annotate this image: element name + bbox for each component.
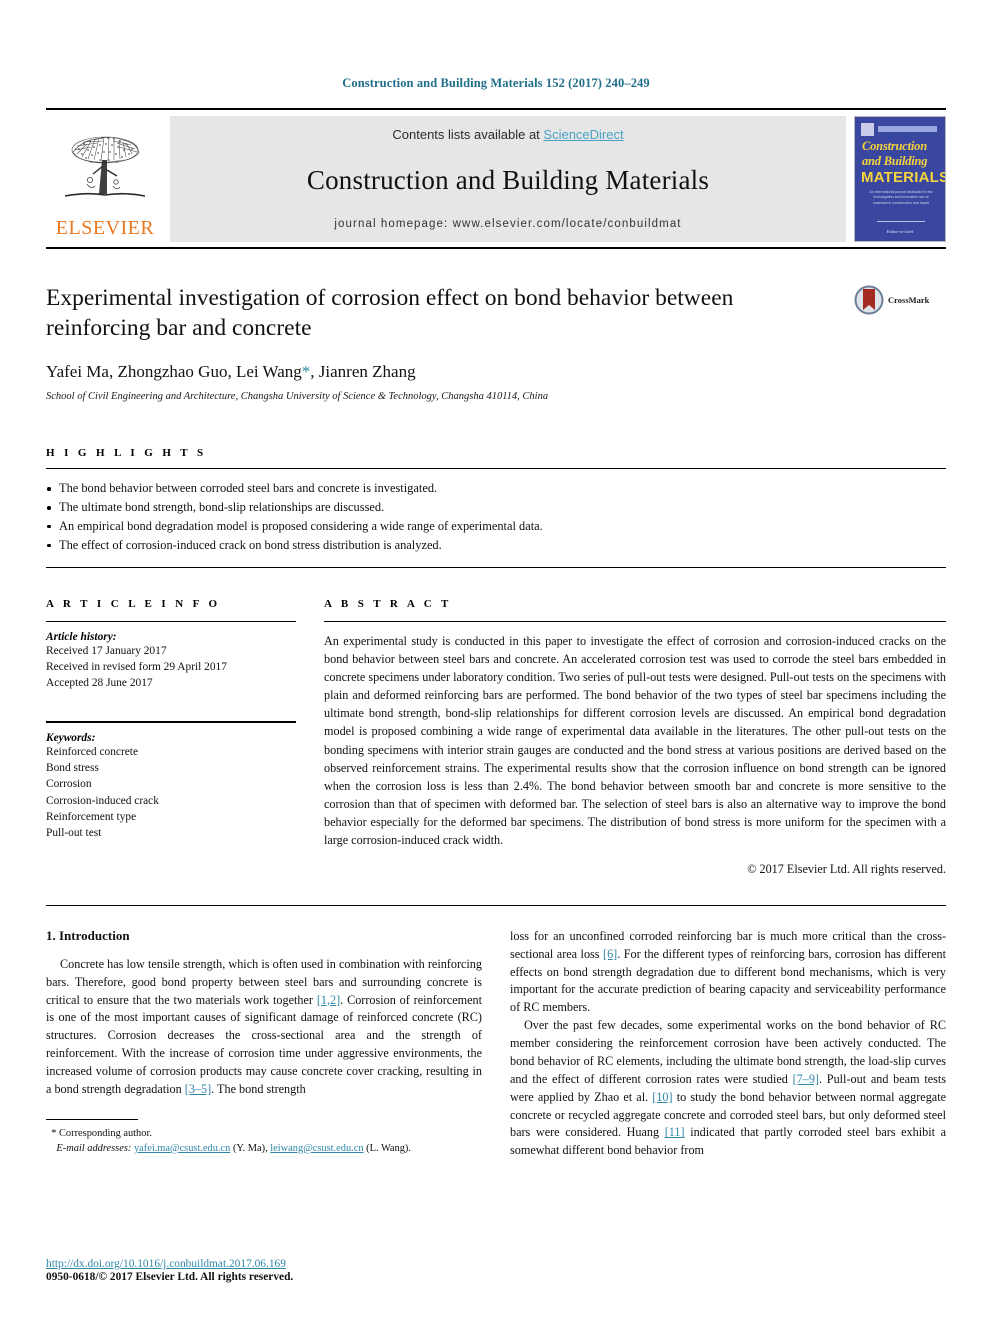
journal-homepage-link[interactable]: journal homepage: www.elsevier.com/locat… xyxy=(334,218,681,230)
info-and-abstract: A R T I C L E I N F O Article history: R… xyxy=(46,594,946,877)
cover-title-line-2: and Building xyxy=(862,154,928,168)
article-history-received: Received 17 January 2017 xyxy=(46,644,167,657)
paragraph-text: . Corrosion of reinforcement is one of t… xyxy=(46,992,482,1096)
crossmark-badge[interactable]: CrossMark xyxy=(854,285,946,315)
article-info-label: A R T I C L E I N F O xyxy=(46,597,221,610)
author-list: Yafei Ma, Zhongzhao Guo, Lei Wang*, Jian… xyxy=(46,362,946,382)
keyword-item: Bond stress xyxy=(46,762,99,775)
highlights-list: The bond behavior between corroded steel… xyxy=(46,479,946,554)
page-footer: http://dx.doi.org/10.1016/j.conbuildmat.… xyxy=(46,1258,486,1283)
article-history-heading: Article history: xyxy=(46,630,117,643)
highlights-label: H I G H L I G H T S xyxy=(46,447,207,460)
body-column-left: 1. Introduction Concrete has low tensile… xyxy=(46,928,482,1160)
footnote-corresponding-author: * Corresponding author. xyxy=(46,1126,482,1141)
doi-link[interactable]: http://dx.doi.org/10.1016/j.conbuildmat.… xyxy=(46,1258,486,1270)
email-owner-first: (Y. Ma), xyxy=(230,1142,271,1154)
affiliation: School of Civil Engineering and Architec… xyxy=(46,391,549,403)
abstract-column: A B S T R A C T An experimental study is… xyxy=(324,594,946,877)
issn-copyright-line: 0950-0618/© 2017 Elsevier Ltd. All right… xyxy=(46,1271,294,1283)
keywords-rule xyxy=(46,721,296,724)
list-item: The effect of corrosion-induced crack on… xyxy=(46,536,946,555)
cover-footer-text: Editor-in-chief xyxy=(886,229,914,234)
paragraph: loss for an unconfined corroded reinforc… xyxy=(510,928,946,1017)
email-link-corresponding-author[interactable]: leiwang@csust.edu.cn xyxy=(270,1143,363,1154)
cover-title-line-1: Construction xyxy=(862,139,927,153)
crossmark-icon xyxy=(854,285,884,315)
section-heading-introduction: 1. Introduction xyxy=(46,927,130,943)
footnote-rule xyxy=(46,1118,138,1120)
citation-ref[interactable]: [10] xyxy=(652,1090,672,1104)
authors-names-pre: Yafei Ma, Zhongzhao Guo, Lei Wang xyxy=(46,362,302,382)
body-column-right: loss for an unconfined corroded reinforc… xyxy=(510,928,946,1160)
elsevier-wordmark: ELSEVIER xyxy=(55,217,155,239)
elsevier-tree-icon xyxy=(64,136,146,197)
crossmark-label: CrossMark xyxy=(888,295,930,305)
highlights-section: H I G H L I G H T S The bond behavior be… xyxy=(46,447,946,568)
email-addresses-label: E-mail addresses: xyxy=(56,1142,132,1154)
contents-available-line: Contents lists available at ScienceDirec… xyxy=(392,127,623,142)
elsevier-logo: ELSEVIER xyxy=(46,116,164,242)
authors-names-post: , Jianren Zhang xyxy=(310,362,416,382)
article-history-revised: Received in revised form 29 April 2017 xyxy=(46,660,227,673)
highlights-bottom-rule xyxy=(46,566,946,568)
citation-ref[interactable]: [6] xyxy=(603,947,617,961)
keywords-heading: Keywords: xyxy=(46,732,96,745)
paragraph-text: . The bond strength xyxy=(211,1081,306,1096)
email-link-first-author[interactable]: yafei.ma@csust.edu.cn xyxy=(134,1143,230,1154)
list-item: An empirical bond degradation model is p… xyxy=(46,517,946,536)
keyword-item: Pull-out test xyxy=(46,827,102,840)
citation-ref[interactable]: [1,2] xyxy=(317,993,340,1007)
abstract-rule xyxy=(324,620,946,622)
keyword-item: Reinforcement type xyxy=(46,810,137,823)
paragraph: Over the past few decades, some experime… xyxy=(510,1017,946,1160)
cover-top-bar xyxy=(878,126,937,132)
running-head: Construction and Building Materials 152 … xyxy=(342,76,650,90)
keyword-item: Corrosion xyxy=(46,778,92,791)
citation-ref[interactable]: [7–9] xyxy=(793,1072,819,1086)
abstract-label: A B S T R A C T xyxy=(324,597,452,610)
footnote-emails: E-mail addresses: yafei.ma@csust.edu.cn … xyxy=(46,1141,482,1156)
keyword-item: Corrosion-induced crack xyxy=(46,794,159,807)
article-page: Construction and Building Materials 152 … xyxy=(0,0,992,1323)
body-columns: 1. Introduction Concrete has low tensile… xyxy=(46,928,946,1160)
keyword-item: Reinforced concrete xyxy=(46,746,139,759)
cover-footer-rule xyxy=(877,221,925,222)
title-block: Experimental investigation of corrosion … xyxy=(46,283,946,402)
article-history-accepted: Accepted 28 June 2017 xyxy=(46,676,153,689)
body-separator-rule xyxy=(46,904,946,906)
cover-title-line-3: MATERIALS xyxy=(861,169,946,186)
footnote-block: * Corresponding author. E-mail addresses… xyxy=(46,1118,482,1156)
cover-elsevier-mark-icon xyxy=(861,123,874,136)
citation-ref[interactable]: [11] xyxy=(665,1125,685,1139)
journal-masthead: ELSEVIER Contents lists available at Sci… xyxy=(46,108,946,249)
article-info-column: A R T I C L E I N F O Article history: R… xyxy=(46,594,296,877)
contents-prefix-text: Contents lists available at xyxy=(392,127,544,142)
cover-blurb-text: An international journal dedicated to th… xyxy=(869,190,933,205)
email-owner-second: (L. Wang). xyxy=(363,1142,411,1154)
abstract-text: An experimental study is conducted in th… xyxy=(324,633,946,848)
journal-cover-art: Construction and Building MATERIALS An i… xyxy=(855,117,945,241)
abstract-copyright: © 2017 Elsevier Ltd. All rights reserved… xyxy=(747,861,946,876)
citation-ref[interactable]: [3–5] xyxy=(185,1082,211,1096)
journal-title: Construction and Building Materials xyxy=(306,165,710,195)
footnote-corresponding-text: Corresponding author. xyxy=(56,1127,152,1139)
sciencedirect-link[interactable]: ScienceDirect xyxy=(543,127,623,142)
paragraph: Concrete has low tensile strength, which… xyxy=(46,956,482,1099)
list-item: The bond behavior between corroded steel… xyxy=(46,479,946,498)
article-info-rule xyxy=(46,620,296,622)
page-title: Experimental investigation of corrosion … xyxy=(46,285,734,342)
journal-band: Contents lists available at ScienceDirec… xyxy=(170,116,846,242)
list-item: The ultimate bond strength, bond-slip re… xyxy=(46,498,946,517)
journal-cover-thumbnail: Construction and Building MATERIALS An i… xyxy=(854,116,946,242)
highlights-top-rule xyxy=(46,468,946,470)
